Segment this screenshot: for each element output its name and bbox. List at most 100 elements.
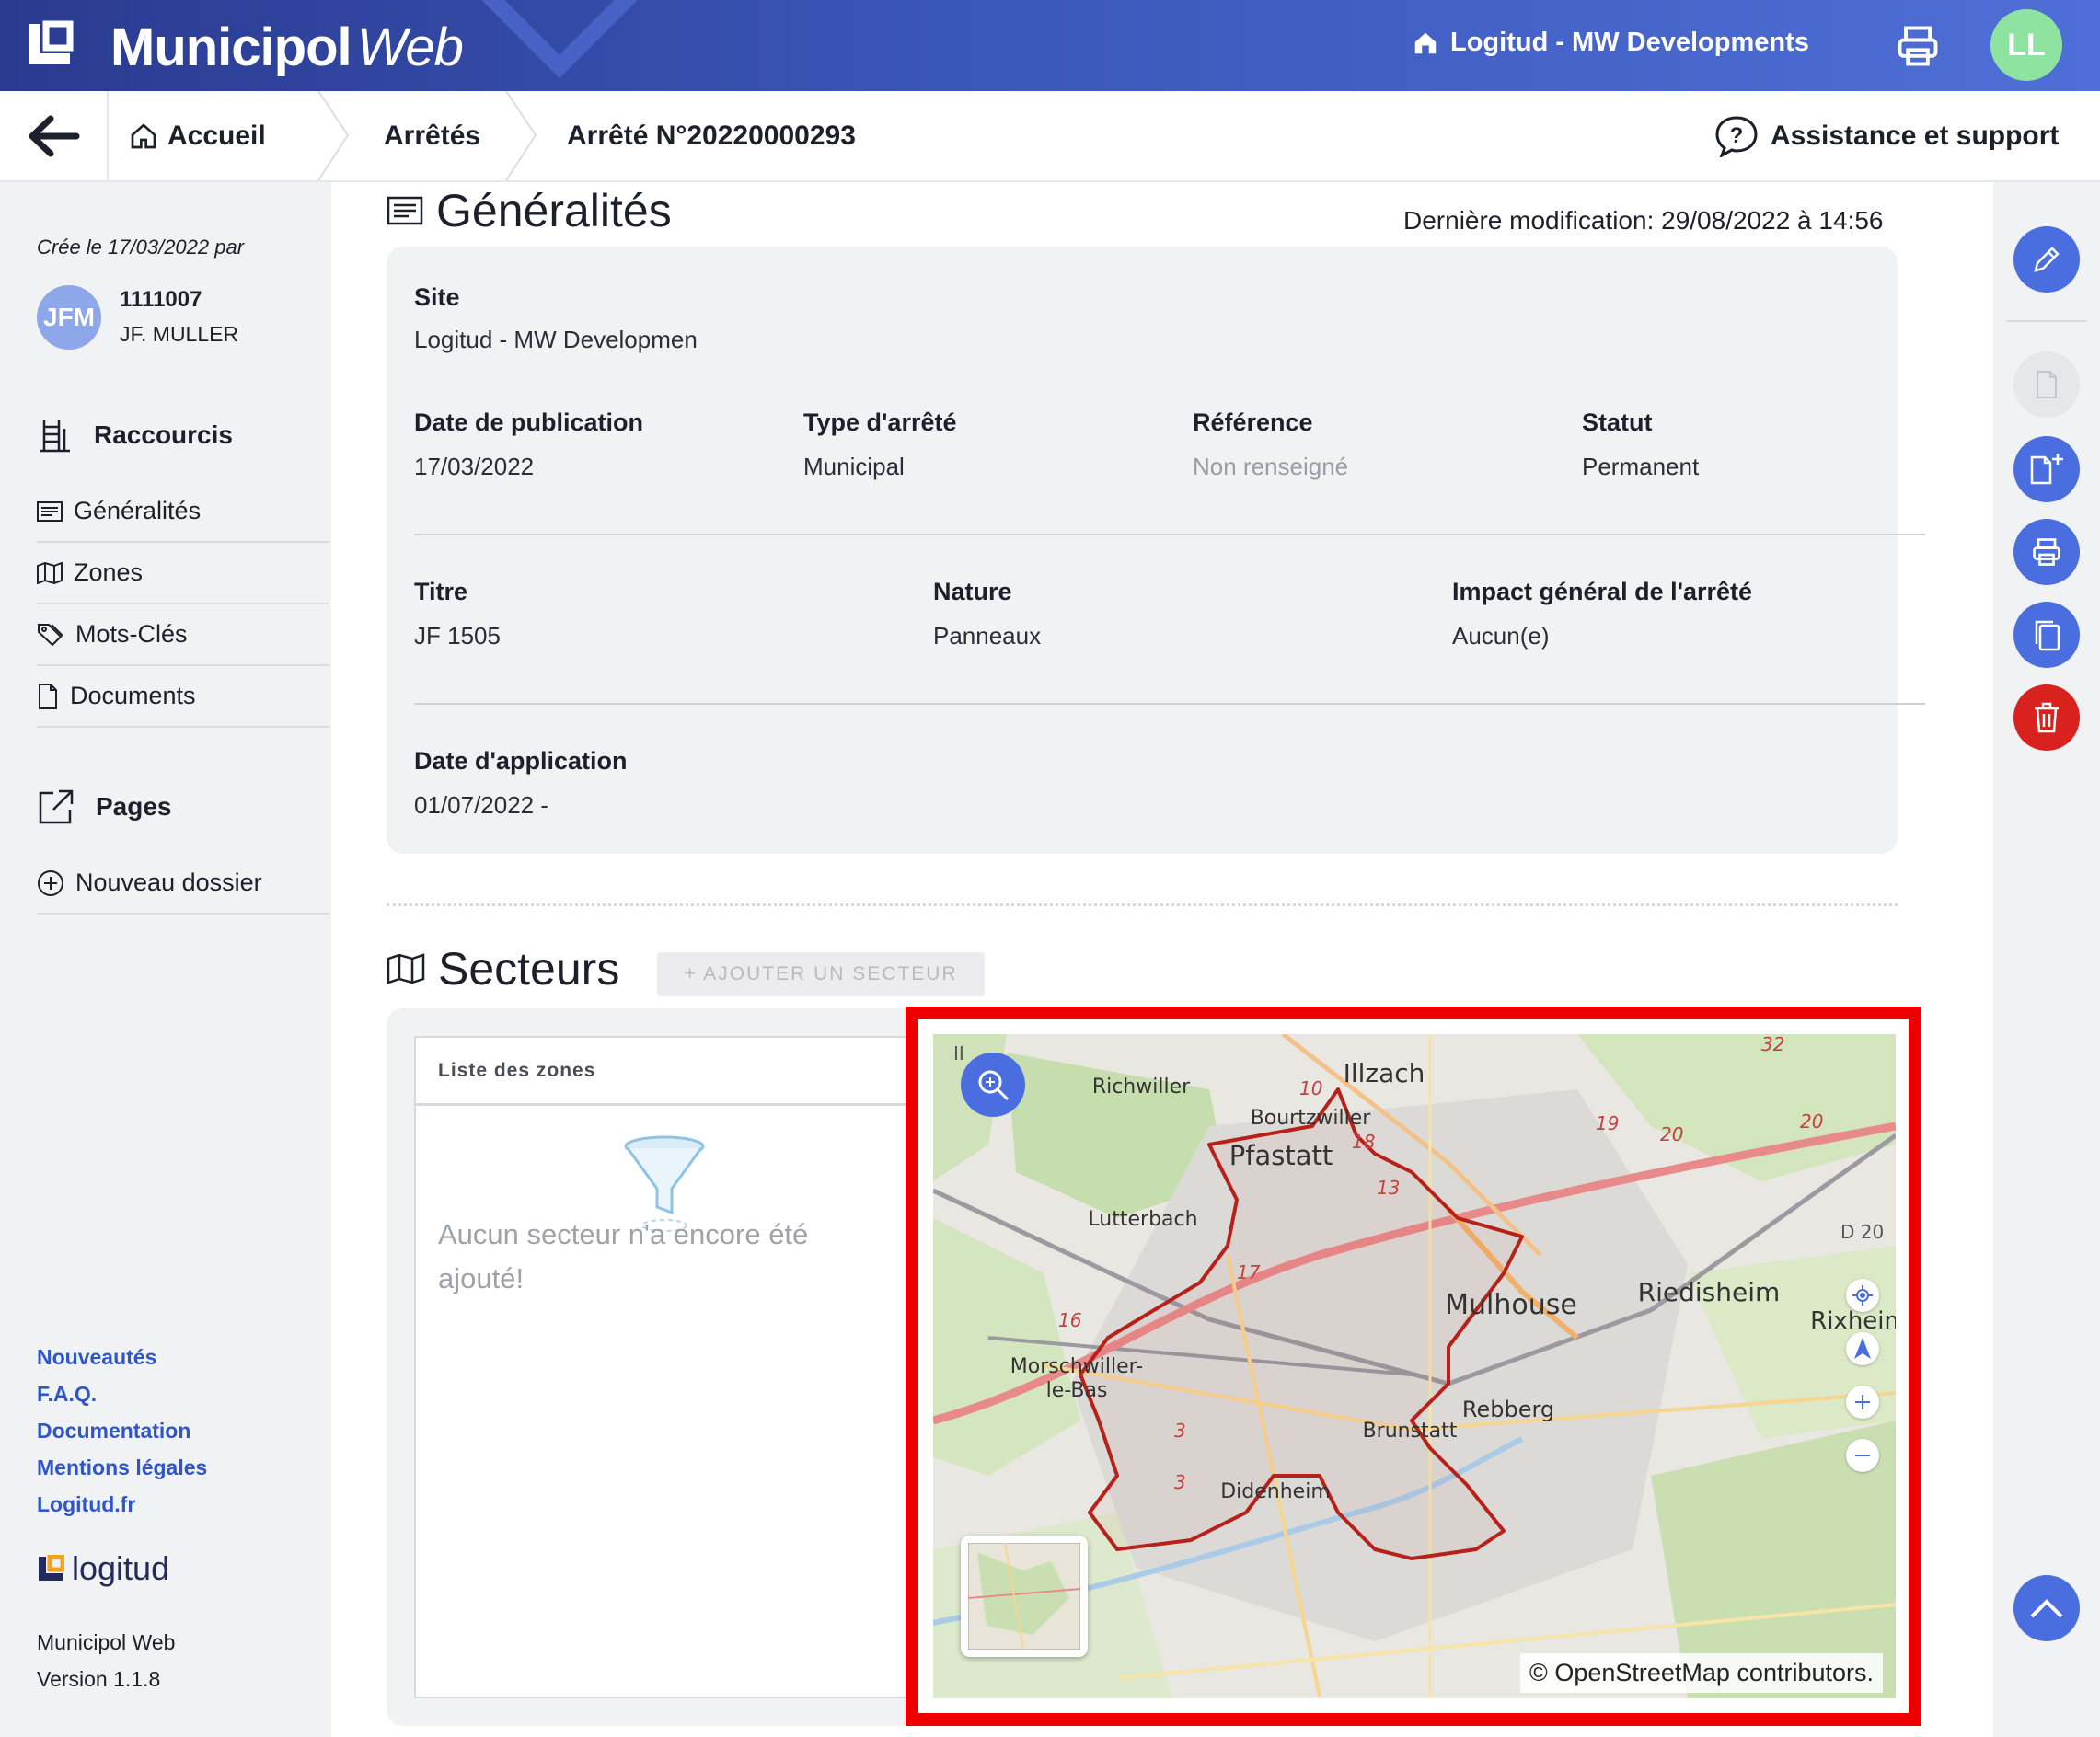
publication-date-label: Date de publication xyxy=(414,408,644,436)
map-zoom-out-button[interactable] xyxy=(1846,1439,1879,1472)
publication-date-value: 17/03/2022 xyxy=(414,453,535,480)
sidebar-item-documents[interactable]: Documents xyxy=(37,666,329,728)
print-button[interactable] xyxy=(2013,519,2080,585)
municipol-logo-icon xyxy=(29,20,74,64)
place-label: Didenheim xyxy=(1220,1480,1331,1503)
print-icon xyxy=(2033,538,2060,566)
sector-map[interactable]: Illzach Richwiller Bourtzwiller Pfastatt… xyxy=(933,1034,1896,1698)
svg-text:20: 20 xyxy=(1660,1123,1683,1145)
toolbar-divider xyxy=(2006,320,2087,322)
add-document-button[interactable] xyxy=(2013,436,2080,502)
breadcrumb-separator-icon xyxy=(505,91,537,180)
svg-text:16: 16 xyxy=(1058,1309,1081,1331)
map-north-button[interactable] xyxy=(1846,1332,1879,1365)
svg-text:17: 17 xyxy=(1237,1261,1261,1283)
scroll-top-button[interactable] xyxy=(2013,1575,2080,1641)
help-icon: ? xyxy=(1715,115,1758,157)
svg-text:3: 3 xyxy=(1174,1471,1186,1493)
organization-selector[interactable]: Logitud - MW Developments xyxy=(1412,28,1809,58)
place-label: Brunstatt xyxy=(1363,1420,1458,1443)
compass-arrow-icon xyxy=(1854,1338,1871,1359)
back-button[interactable] xyxy=(0,91,109,180)
divider xyxy=(414,703,1925,705)
place-label: Rebberg xyxy=(1462,1397,1554,1422)
svg-text:32: 32 xyxy=(1761,1034,1784,1055)
status-value: Permanent xyxy=(1582,453,1700,480)
general-section-title: Généralités xyxy=(387,184,672,237)
sidebar-item-zones[interactable]: Zones xyxy=(37,543,329,604)
footer-link-logitud[interactable]: Logitud.fr xyxy=(37,1492,135,1517)
svg-text:13: 13 xyxy=(1377,1177,1400,1199)
shortcuts-title: Raccourcis xyxy=(37,416,233,454)
delete-button[interactable] xyxy=(2013,684,2080,751)
created-info: Crée le 17/03/2022 par xyxy=(37,236,245,259)
svg-text:?: ? xyxy=(1730,123,1744,148)
user-avatar[interactable]: LL xyxy=(1990,9,2062,81)
site-label: Site xyxy=(414,283,460,311)
place-label: Mulhouse xyxy=(1445,1289,1577,1321)
footer-link-nouveautes[interactable]: Nouveautés xyxy=(37,1345,156,1370)
place-label: Pfastatt xyxy=(1229,1140,1333,1171)
edit-button[interactable] xyxy=(2013,226,2080,293)
zones-list-header: Liste des zones xyxy=(416,1038,909,1106)
map-icon xyxy=(37,561,63,584)
map-locate-button[interactable] xyxy=(1846,1279,1879,1312)
svg-text:18: 18 xyxy=(1352,1131,1375,1153)
sidebar-item-mots-cles[interactable]: Mots-Clés xyxy=(37,604,329,666)
place-label: Richwiller xyxy=(1092,1076,1191,1099)
map-zoom-in-button[interactable] xyxy=(1846,1386,1879,1419)
new-folder-button[interactable]: Nouveau dossier xyxy=(37,853,329,915)
map-search-button[interactable] xyxy=(961,1053,1025,1117)
general-card: Site Logitud - MW Developmen Date de pub… xyxy=(387,247,1925,854)
breadcrumb-arretes[interactable]: Arrêtés xyxy=(384,91,480,180)
plus-icon xyxy=(1855,1395,1870,1409)
footer-link-faq[interactable]: F.A.Q. xyxy=(37,1382,97,1407)
footer-link-documentation[interactable]: Documentation xyxy=(37,1419,190,1444)
type-value: Municipal xyxy=(803,453,905,480)
place-label: Riedisheim xyxy=(1638,1277,1781,1307)
type-label: Type d'arrêté xyxy=(803,408,957,436)
file-icon xyxy=(39,683,57,709)
author-name: JF. MULLER xyxy=(120,322,239,346)
title-label: Titre xyxy=(414,578,468,605)
app-logo[interactable]: Municipol Web xyxy=(110,17,464,78)
impact-value: Aucun(e) xyxy=(1452,622,1550,650)
ladder-icon xyxy=(40,420,70,453)
map-icon xyxy=(387,953,425,984)
document-button[interactable] xyxy=(2013,351,2080,418)
copy-icon xyxy=(2035,620,2060,651)
arrow-left-icon xyxy=(29,115,80,156)
pencil-icon xyxy=(2034,247,2060,272)
svg-text:19: 19 xyxy=(1596,1112,1619,1134)
nature-label: Nature xyxy=(933,578,1012,605)
breadcrumb-home[interactable]: Accueil xyxy=(129,91,266,180)
map-layer-switcher[interactable] xyxy=(961,1536,1088,1657)
breadcrumb-current: Arrêté N°20220000293 xyxy=(567,120,856,151)
last-modified: Dernière modification: 29/08/2022 à 14:5… xyxy=(1403,206,1884,235)
sidebar-item-generalites[interactable]: Généralités xyxy=(37,481,329,543)
file-icon xyxy=(2037,371,2057,398)
trash-icon xyxy=(2035,702,2059,733)
site-value: Logitud - MW Developmen xyxy=(414,326,698,353)
application-date-value: 01/07/2022 - xyxy=(414,791,549,819)
add-sector-button[interactable]: + AJOUTER UN SECTEUR xyxy=(657,952,985,996)
support-link[interactable]: ? Assistance et support xyxy=(1713,91,2059,180)
app-version: Version 1.1.8 xyxy=(37,1667,161,1691)
file-plus-icon xyxy=(2030,454,2063,485)
zoom-search-icon xyxy=(978,1070,1010,1101)
place-label: Lutterbach xyxy=(1088,1208,1197,1231)
external-link-icon xyxy=(39,789,74,824)
author-avatar: JFM xyxy=(37,285,101,350)
crosshair-icon xyxy=(1852,1285,1873,1306)
svg-text:D 20: D 20 xyxy=(1840,1221,1884,1243)
print-icon[interactable] xyxy=(1894,22,1942,70)
minus-icon xyxy=(1855,1455,1870,1456)
document-lines-icon xyxy=(37,500,63,522)
footer-link-mentions[interactable]: Mentions légales xyxy=(37,1455,207,1480)
sectors-section-title: Secteurs xyxy=(387,942,619,995)
place-label: Bourtzwiller xyxy=(1251,1107,1372,1130)
left-sidebar: Crée le 17/03/2022 par JFM 1111007 JF. M… xyxy=(0,182,331,1737)
duplicate-button[interactable] xyxy=(2013,602,2080,668)
home-icon xyxy=(1414,32,1437,53)
place-label: Illzach xyxy=(1344,1058,1425,1088)
